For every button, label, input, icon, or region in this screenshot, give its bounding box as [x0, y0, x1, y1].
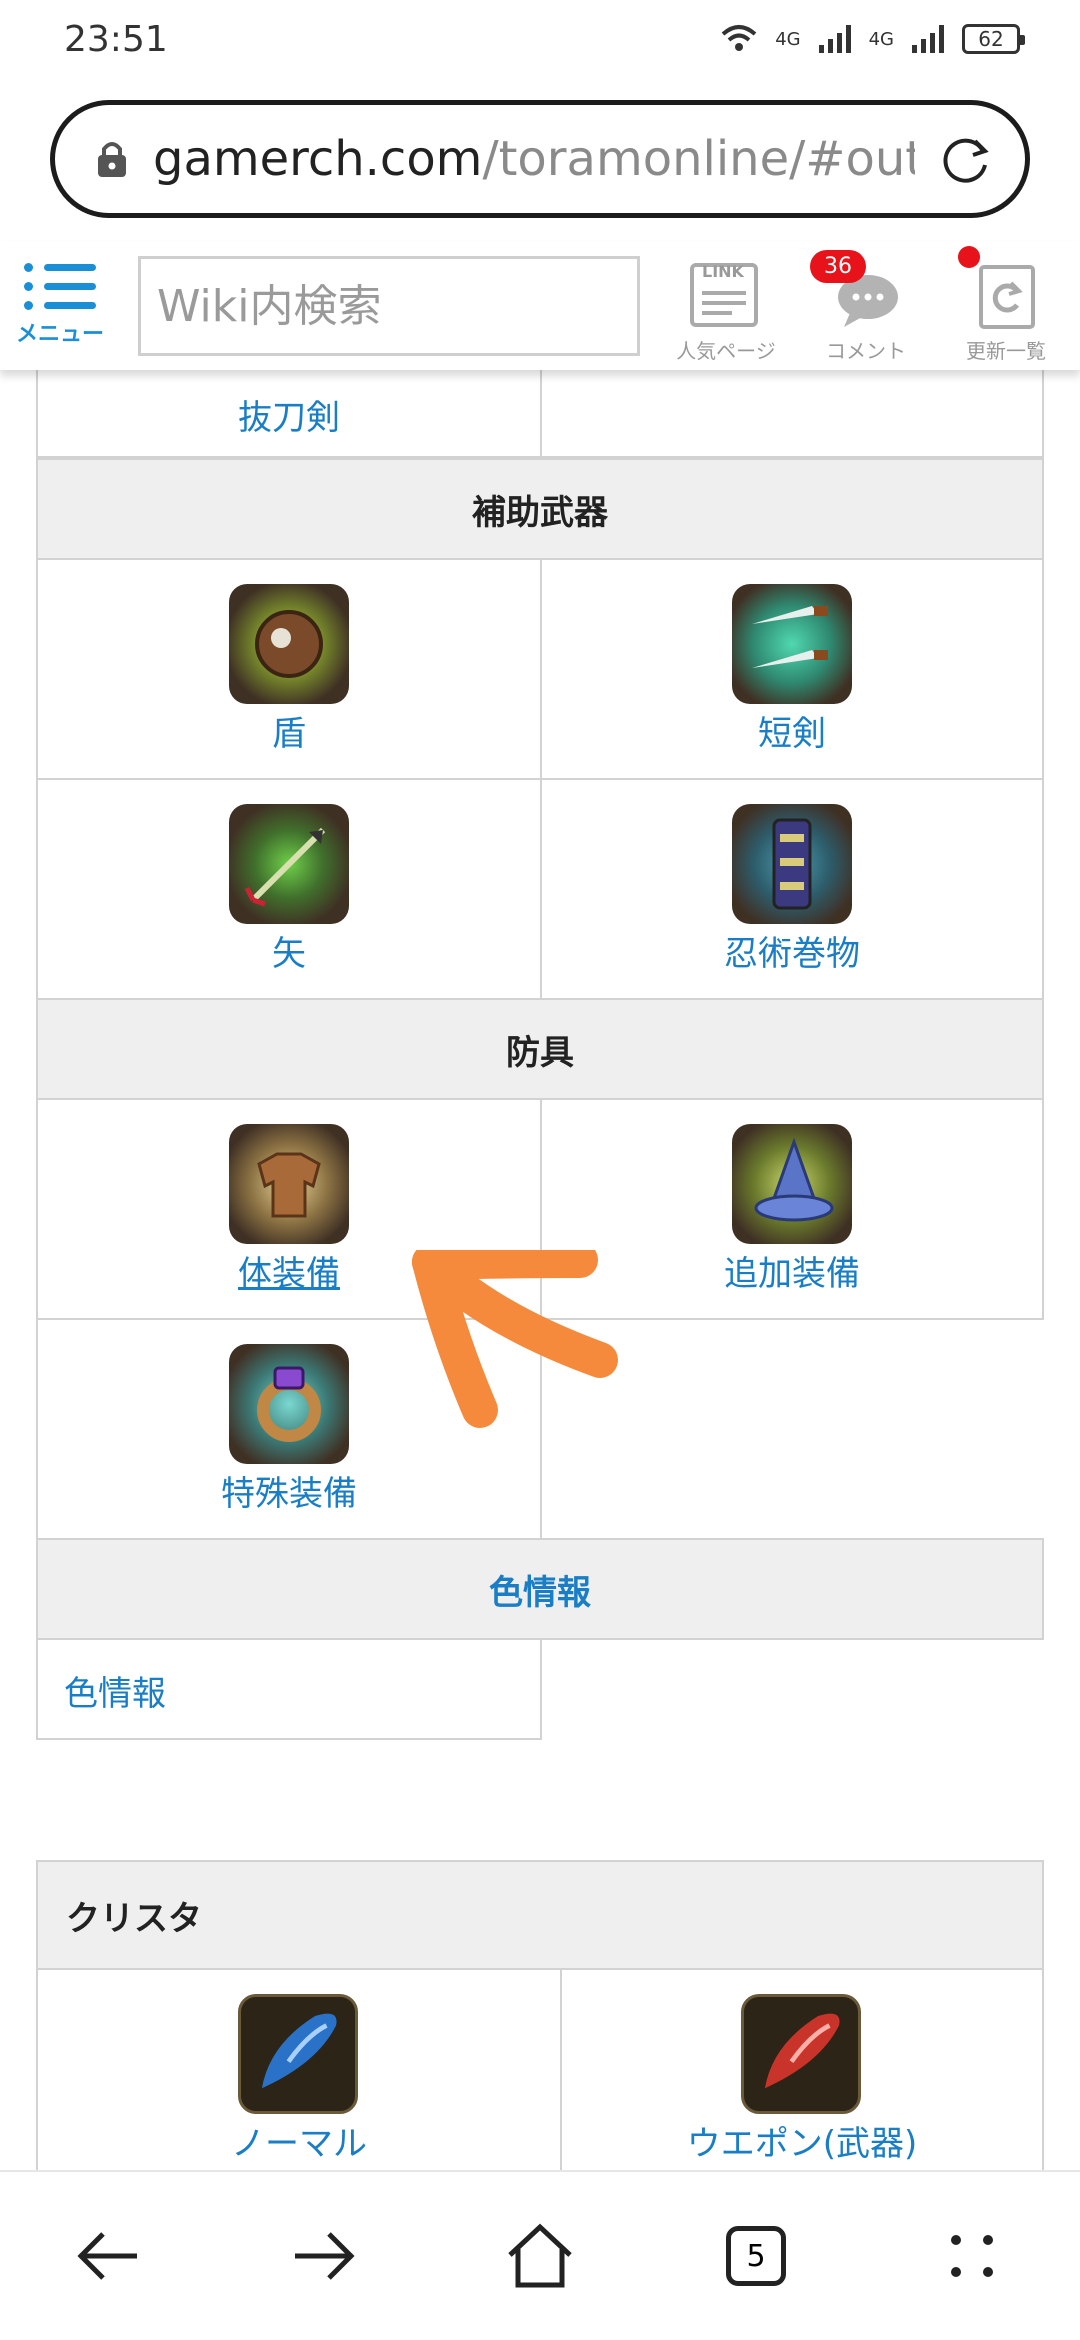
arrow-left-icon — [77, 2232, 137, 2280]
wizard-hat-icon[interactable] — [732, 1124, 852, 1244]
home-icon — [508, 2223, 572, 2288]
menu-button[interactable]: メニュー — [0, 242, 120, 370]
lock-icon — [98, 142, 126, 177]
update-indicator — [958, 246, 980, 268]
tabs-icon: 5 — [726, 2226, 786, 2286]
item-link-dagger[interactable]: 短剣 — [540, 706, 1044, 755]
page-content: 抜刀剣 補助武器 盾 短剣 矢 忍術巻物 防具 体装備 追加装備 特殊装備 色情… — [0, 330, 1080, 2188]
popular-pages-button[interactable]: LINK 人気ページ — [656, 242, 796, 370]
comments-button[interactable]: 36 コメント — [796, 242, 936, 370]
browser-nav-bar: 5 — [0, 2170, 1080, 2340]
item-link-normal-crysta[interactable]: ノーマル — [36, 2116, 562, 2165]
battery-icon: 62 — [962, 24, 1025, 54]
comments-label: コメント — [826, 339, 906, 363]
tab-count: 5 — [746, 2238, 766, 2274]
wiki-search-box[interactable] — [138, 256, 707, 356]
scroll-icon[interactable] — [732, 804, 852, 924]
body-armor-icon[interactable] — [229, 1124, 349, 1244]
section-title: 補助武器 — [472, 492, 608, 533]
item-link-ring[interactable]: 特殊装備 — [36, 1466, 542, 1515]
back-button[interactable] — [48, 2196, 168, 2316]
home-button[interactable] — [480, 2196, 600, 2316]
url-path: /toramonline/#outlin — [482, 131, 915, 187]
item-link-katana[interactable]: 抜刀剣 — [36, 390, 542, 439]
wifi-icon — [721, 25, 757, 51]
battery-level: 62 — [978, 27, 1004, 51]
network-label: 4G — [775, 28, 801, 50]
arrow-right-icon — [295, 2232, 355, 2280]
updates-button[interactable]: 更新一覧 — [936, 242, 1076, 370]
site-toolbar: メニュー LINK 人気ページ 36 コメント 更新一覧 — [0, 242, 1080, 370]
shield-icon[interactable] — [229, 584, 349, 704]
blue-crysta-icon[interactable] — [238, 1994, 358, 2114]
section-header-crysta: クリスタ — [36, 1860, 1044, 1970]
item-link-shield[interactable]: 盾 — [36, 706, 542, 755]
signal-icon — [818, 25, 851, 53]
section-header-color-info[interactable]: 色情報 — [36, 1538, 1044, 1640]
annotation-arrow — [412, 1250, 618, 1428]
popular-badge: LINK — [702, 262, 744, 281]
item-link-weapon-crysta[interactable]: ウエポン(武器) — [560, 2116, 1044, 2165]
url-host: gamerch.com — [153, 131, 483, 187]
menu-icon — [24, 263, 96, 310]
status-time: 23:51 — [64, 18, 168, 60]
signal-icon-2 — [912, 25, 944, 53]
arrow-icon[interactable] — [229, 804, 349, 924]
reload-icon[interactable] — [935, 129, 995, 189]
wiki-search-input[interactable] — [155, 279, 707, 333]
comment-count-badge: 36 — [810, 250, 866, 283]
dagger-icon[interactable] — [732, 584, 852, 704]
url-text[interactable]: gamerch.com/toramonline/#outlin — [153, 131, 915, 187]
item-link-arrow[interactable]: 矢 — [36, 926, 542, 975]
ring-icon[interactable] — [229, 1344, 349, 1464]
address-bar[interactable]: gamerch.com/toramonline/#outlin — [50, 100, 1030, 218]
more-icon — [951, 2235, 993, 2277]
tabs-button[interactable]: 5 — [696, 2196, 816, 2316]
section-title: クリスタ — [66, 1898, 202, 1939]
popular-pages-label: 人気ページ — [676, 339, 776, 363]
section-title: 防具 — [506, 1032, 574, 1073]
item-link-scroll[interactable]: 忍術巻物 — [540, 926, 1044, 975]
more-button[interactable] — [912, 2196, 1032, 2316]
menu-label: メニュー — [15, 322, 104, 347]
section-header-armor: 防具 — [36, 998, 1044, 1100]
section-header-sub-weapons: 補助武器 — [36, 458, 1044, 560]
status-bar: 23:51 4G 4G 62 — [0, 0, 1080, 78]
status-icons: 4G 4G 62 — [721, 24, 1025, 54]
red-crysta-icon[interactable] — [741, 1994, 861, 2114]
item-link-color-info[interactable]: 色情報 — [64, 1666, 166, 1715]
network-label-2: 4G — [868, 28, 894, 50]
updates-icon — [979, 265, 1035, 329]
updates-label: 更新一覧 — [966, 339, 1046, 363]
forward-button[interactable] — [264, 2196, 384, 2316]
section-title: 色情報 — [489, 1572, 591, 1613]
